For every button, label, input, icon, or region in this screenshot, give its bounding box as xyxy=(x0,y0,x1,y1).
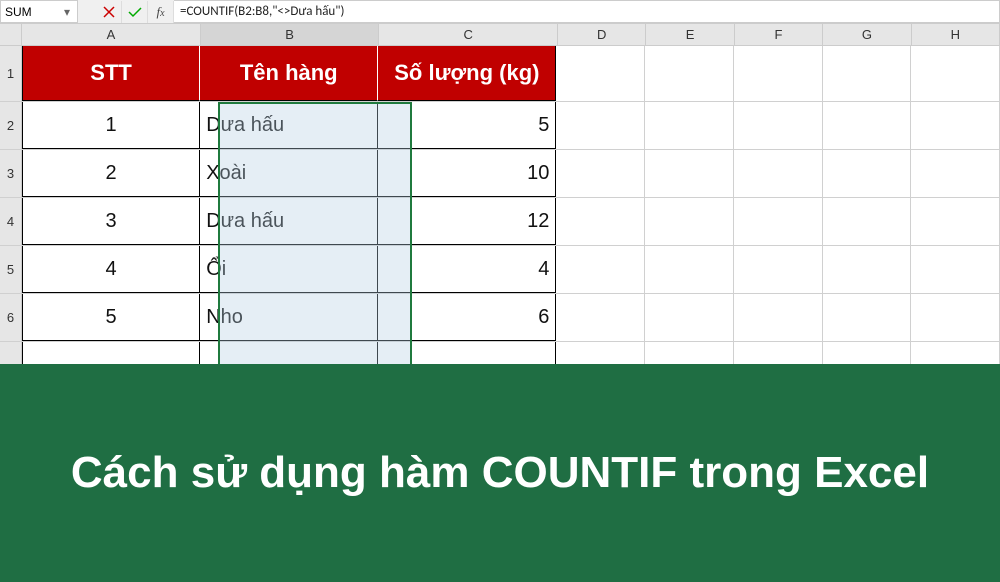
cell-A3[interactable]: 2 xyxy=(22,150,200,197)
cell-H4[interactable] xyxy=(911,198,1000,245)
title-banner: Cách sử dụng hàm COUNTIF trong Excel xyxy=(0,364,1000,582)
table-row: 2 1 Dưa hấu 5 xyxy=(0,102,1000,150)
col-header-A[interactable]: A xyxy=(22,24,201,45)
formula-bar: SUM ▾ fx =COUNTIF(B2:B8,"<>Dưa hấu") xyxy=(0,0,1000,24)
cell-A5[interactable]: 4 xyxy=(22,246,200,293)
cell-B3[interactable]: Xoài xyxy=(200,150,378,197)
cell-H3[interactable] xyxy=(911,150,1000,197)
cell-F2[interactable] xyxy=(734,102,823,149)
col-header-C[interactable]: C xyxy=(379,24,558,45)
cell-F5[interactable] xyxy=(734,246,823,293)
cell-C5[interactable]: 4 xyxy=(378,246,556,293)
cell-E1[interactable] xyxy=(645,46,734,101)
cell-B5[interactable]: Ổi xyxy=(200,246,378,293)
cell-E4[interactable] xyxy=(645,198,734,245)
header-cell-tenhang[interactable]: Tên hàng xyxy=(200,46,378,101)
cell-H5[interactable] xyxy=(911,246,1000,293)
cell-H2[interactable] xyxy=(911,102,1000,149)
cell-D3[interactable] xyxy=(556,150,645,197)
cell-F4[interactable] xyxy=(734,198,823,245)
formula-input[interactable]: =COUNTIF(B2:B8,"<>Dưa hấu") xyxy=(174,0,1000,23)
table-row: 6 5 Nho 6 xyxy=(0,294,1000,342)
row-header-5[interactable]: 5 xyxy=(0,246,22,293)
col-header-G[interactable]: G xyxy=(823,24,911,45)
cell-B4[interactable]: Dưa hấu xyxy=(200,198,378,245)
col-header-D[interactable]: D xyxy=(558,24,646,45)
table-row: 5 4 Ổi 4 xyxy=(0,246,1000,294)
cell-G4[interactable] xyxy=(823,198,912,245)
cell-B2[interactable]: Dưa hấu xyxy=(200,102,378,149)
col-header-H[interactable]: H xyxy=(912,24,1000,45)
cell-A2[interactable]: 1 xyxy=(22,102,200,149)
cell-E6[interactable] xyxy=(645,294,734,341)
cell-D1[interactable] xyxy=(556,46,645,101)
col-header-E[interactable]: E xyxy=(646,24,734,45)
cell-H6[interactable] xyxy=(911,294,1000,341)
cell-F6[interactable] xyxy=(734,294,823,341)
cell-G6[interactable] xyxy=(823,294,912,341)
name-box-dropdown-icon[interactable]: ▾ xyxy=(59,3,75,21)
formula-bar-buttons: fx xyxy=(96,0,174,23)
cell-A4[interactable]: 3 xyxy=(22,198,200,245)
name-box-value: SUM xyxy=(5,5,32,19)
row-header-1[interactable]: 1 xyxy=(0,46,22,101)
cell-E3[interactable] xyxy=(645,150,734,197)
cell-B6[interactable]: Nho xyxy=(200,294,378,341)
select-all-corner[interactable] xyxy=(0,24,22,45)
table-header-row: 1 STT Tên hàng Số lượng (kg) xyxy=(0,46,1000,102)
cell-G1[interactable] xyxy=(823,46,912,101)
cell-H1[interactable] xyxy=(911,46,1000,101)
cell-D5[interactable] xyxy=(556,246,645,293)
banner-text: Cách sử dụng hàm COUNTIF trong Excel xyxy=(71,447,929,500)
cell-D6[interactable] xyxy=(556,294,645,341)
formula-text: =COUNTIF(B2:B8,"<>Dưa hấu") xyxy=(180,4,344,19)
cell-C6[interactable]: 6 xyxy=(378,294,556,341)
cell-F3[interactable] xyxy=(734,150,823,197)
row-header-2[interactable]: 2 xyxy=(0,102,22,149)
cell-D2[interactable] xyxy=(556,102,645,149)
spreadsheet-grid: A B C D E F G H 1 STT Tên hàng Số lượng … xyxy=(0,24,1000,582)
row-header-6[interactable]: 6 xyxy=(0,294,22,341)
insert-function-button[interactable]: fx xyxy=(148,1,174,23)
cell-C3[interactable]: 10 xyxy=(378,150,556,197)
name-box[interactable]: SUM ▾ xyxy=(0,0,78,23)
cell-C2[interactable]: 5 xyxy=(378,102,556,149)
cell-E5[interactable] xyxy=(645,246,734,293)
row-header-4[interactable]: 4 xyxy=(0,198,22,245)
cell-E2[interactable] xyxy=(645,102,734,149)
cell-G5[interactable] xyxy=(823,246,912,293)
cell-C4[interactable]: 12 xyxy=(378,198,556,245)
table-row: 4 3 Dưa hấu 12 xyxy=(0,198,1000,246)
enter-button[interactable] xyxy=(122,1,148,23)
cell-D4[interactable] xyxy=(556,198,645,245)
header-cell-soluong[interactable]: Số lượng (kg) xyxy=(378,46,556,101)
column-headers: A B C D E F G H xyxy=(0,24,1000,46)
formula-bar-spacer xyxy=(78,0,96,23)
cancel-button[interactable] xyxy=(96,1,122,23)
cell-F1[interactable] xyxy=(734,46,823,101)
col-header-F[interactable]: F xyxy=(735,24,823,45)
cell-G3[interactable] xyxy=(823,150,912,197)
check-icon xyxy=(128,6,142,18)
x-icon xyxy=(103,6,115,18)
fx-icon: fx xyxy=(156,4,164,20)
table-row: 3 2 Xoài 10 xyxy=(0,150,1000,198)
col-header-B[interactable]: B xyxy=(201,24,380,45)
row-header-3[interactable]: 3 xyxy=(0,150,22,197)
header-cell-stt[interactable]: STT xyxy=(22,46,200,101)
cell-G2[interactable] xyxy=(823,102,912,149)
cell-A6[interactable]: 5 xyxy=(22,294,200,341)
